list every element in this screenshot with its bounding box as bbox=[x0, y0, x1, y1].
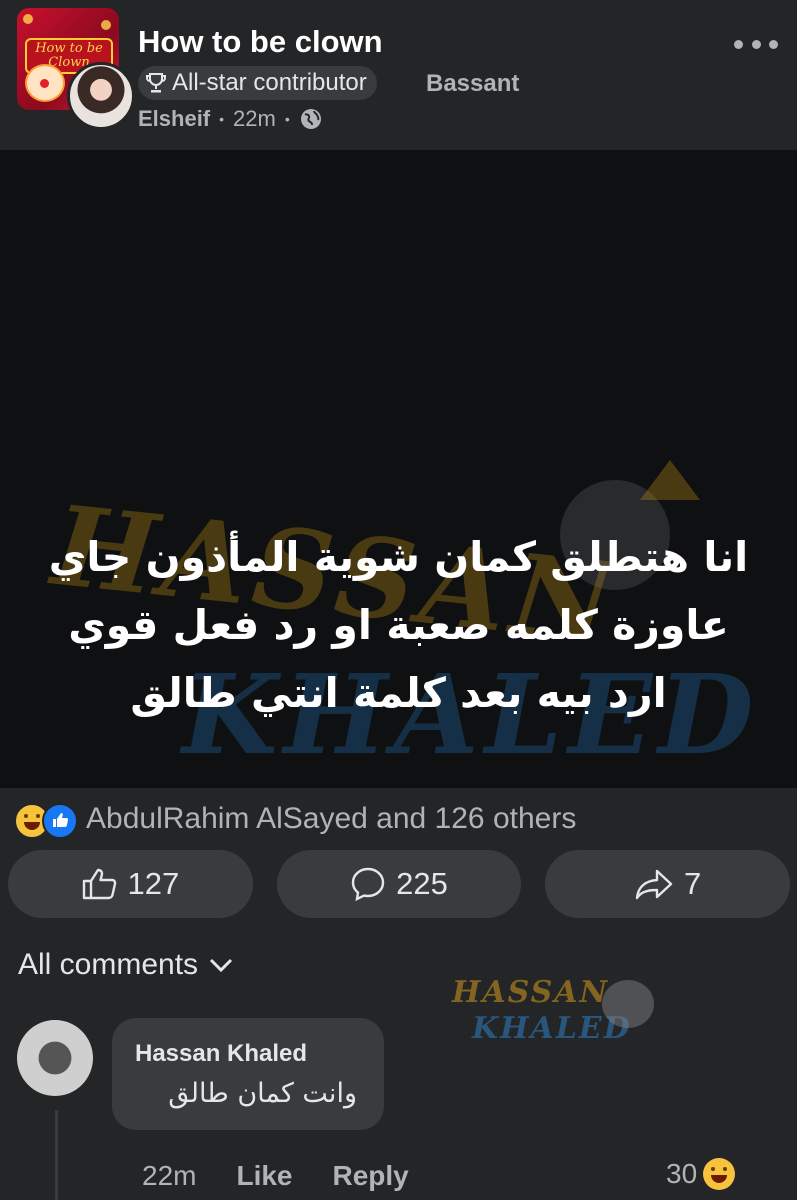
comment-bubble-icon bbox=[351, 867, 385, 902]
haha-icon bbox=[703, 1158, 736, 1190]
share-count: 7 bbox=[684, 866, 702, 901]
post-text-line: ارد بيه بعد كلمة انتي طالق bbox=[130, 669, 667, 717]
comment-time: 22m bbox=[142, 1160, 197, 1191]
post-text-line: عاوزة كلمه صعبة او رد فعل قوي bbox=[68, 601, 729, 649]
globe-icon bbox=[299, 107, 323, 131]
commenter-avatar[interactable] bbox=[17, 1020, 93, 1096]
comment-bubble[interactable]: Hassan Khaled وانت كمان طالق bbox=[112, 1018, 384, 1130]
author-name-last[interactable]: Elsheif bbox=[138, 106, 210, 132]
sparkle-icon bbox=[101, 20, 111, 30]
comment-reactions[interactable]: 30 bbox=[666, 1158, 736, 1190]
reaction-summary-text: AbdulRahim AlSayed and 126 others bbox=[86, 802, 577, 835]
watermark-small: HASSAN KHALED bbox=[452, 975, 630, 1046]
post-text-line: انا هتطلق كمان شوية المأذون جاي bbox=[48, 533, 749, 581]
comment-author[interactable]: Hassan Khaled bbox=[135, 1040, 307, 1068]
like-count: 127 bbox=[127, 866, 180, 901]
sparkle-icon bbox=[23, 14, 33, 24]
post-image[interactable]: HASSAN KHALED انا هتطلق كمان شوية المأذو… bbox=[0, 150, 797, 788]
share-button[interactable]: 7 bbox=[545, 850, 791, 918]
post-meta: Elsheif • 22m • bbox=[138, 106, 323, 132]
author-avatar[interactable] bbox=[67, 62, 135, 130]
post-actions: 127 225 7 bbox=[8, 850, 791, 920]
comment-count: 225 bbox=[396, 866, 448, 901]
contributor-badge[interactable]: All-star contributor bbox=[138, 66, 377, 100]
separator-dot: • bbox=[219, 111, 225, 127]
group-name[interactable]: How to be clown bbox=[138, 24, 383, 60]
troll-face-icon bbox=[602, 980, 654, 1028]
post-time[interactable]: 22m bbox=[233, 106, 276, 132]
post-header: How to be Clown How to be clown All-star… bbox=[0, 0, 797, 150]
comments-filter-label: All comments bbox=[18, 948, 199, 981]
watermark-small-line-1: HASSAN bbox=[452, 975, 609, 1010]
reaction-icons bbox=[14, 801, 78, 839]
comment-button[interactable]: 225 bbox=[276, 850, 522, 918]
like-icon bbox=[42, 803, 78, 839]
more-dot-icon bbox=[751, 40, 761, 49]
badge-label: All-star contributor bbox=[172, 69, 367, 96]
trophy-icon bbox=[146, 72, 166, 94]
separator-dot: • bbox=[284, 111, 290, 127]
more-dot-icon bbox=[769, 40, 778, 49]
comment-text: وانت كمان طالق bbox=[168, 1078, 357, 1109]
crown-icon bbox=[640, 460, 700, 500]
comment-meta: 22m Like Reply bbox=[142, 1160, 409, 1192]
more-options-button[interactable] bbox=[734, 40, 778, 49]
post-text: انا هتطلق كمان شوية المأذون جاي عاوزة كل… bbox=[0, 523, 797, 727]
comment-reply-button[interactable]: Reply bbox=[333, 1160, 409, 1192]
clown-icon bbox=[25, 64, 65, 102]
comment-like-button[interactable]: Like bbox=[236, 1160, 292, 1192]
like-button[interactable]: 127 bbox=[8, 850, 253, 918]
comment-reaction-count: 30 bbox=[666, 1158, 698, 1189]
comments-filter-dropdown[interactable]: All comments bbox=[18, 948, 234, 982]
more-dot-icon bbox=[734, 40, 743, 49]
thread-line bbox=[55, 1110, 58, 1200]
share-arrow-icon bbox=[635, 869, 673, 900]
author-name-first[interactable]: Bassant bbox=[426, 70, 519, 98]
reactions-summary[interactable]: AbdulRahim AlSayed and 126 others bbox=[14, 800, 577, 839]
thumbs-up-icon bbox=[83, 868, 117, 900]
chevron-down-icon bbox=[209, 958, 233, 973]
